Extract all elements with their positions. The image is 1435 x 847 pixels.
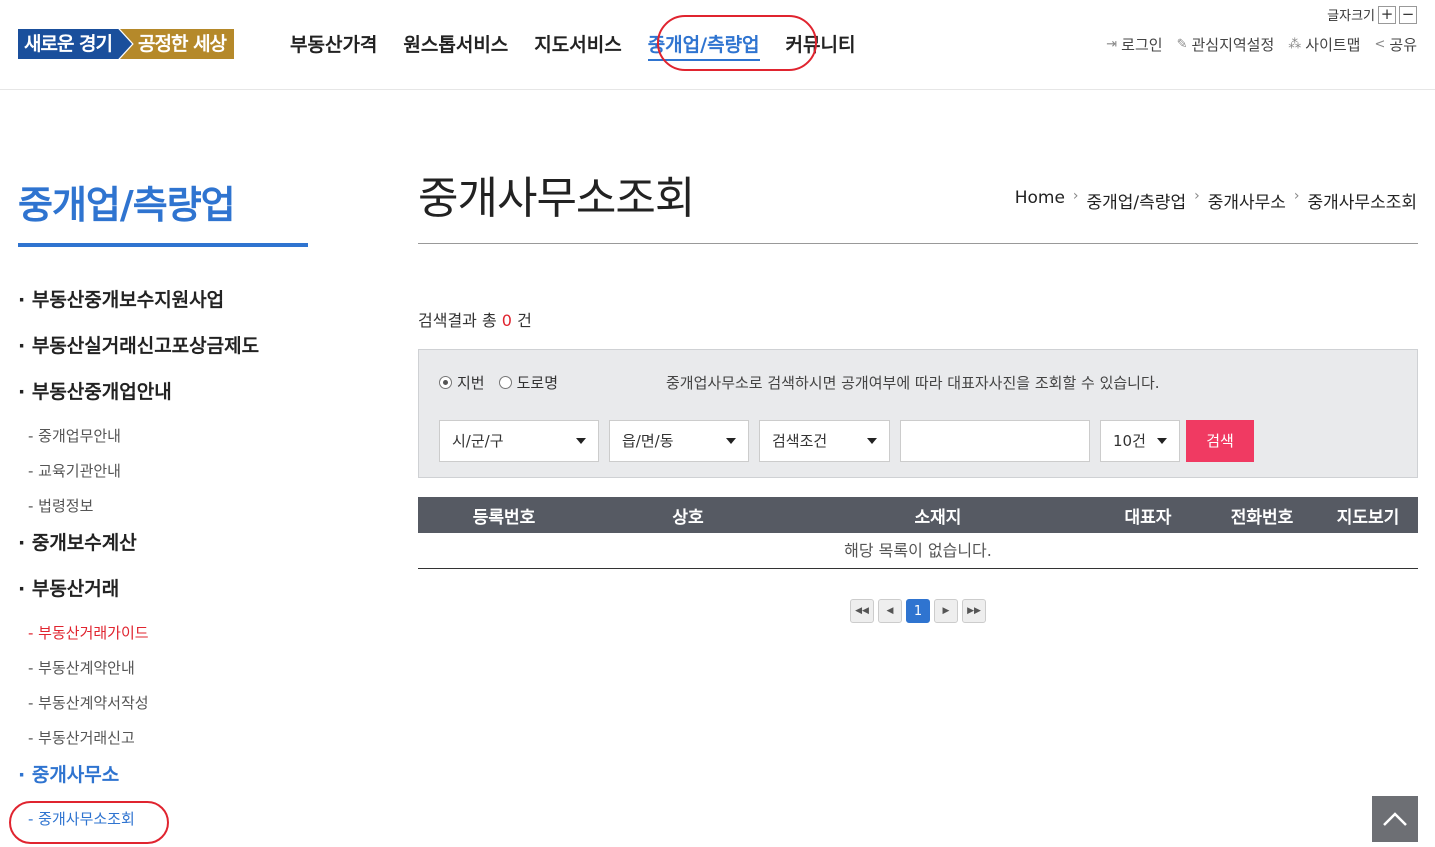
col-phone: 전화번호 [1230,507,1294,528]
table-header: 등록번호 상호 소재지 대표자 전화번호 지도보기 [418,497,1418,533]
col-address: 소재지 [914,507,962,528]
utility-menu: ⇥ 로그인 ✎ 관심지역설정 ⁂ 사이트맵 < 공유 [1106,34,1417,55]
lnb-sub-item-contract-write[interactable]: - 부동산계약서작성 [18,691,308,726]
col-map: 지도보기 [1336,507,1400,528]
lnb-title: 중개업/측량업 [18,183,236,227]
lnb-item-fee-calc[interactable]: · 중개보수계산 [18,529,308,575]
lnb-title-underline [18,243,308,247]
col-reg-no: 등록번호 [472,507,536,528]
chevron-down-icon [867,438,877,444]
sitemap-icon: ⁂ [1288,37,1302,52]
breadcrumb-separator-icon: › [1194,188,1200,204]
search-notice: 중개업사무소로 검색하시면 공개여부에 따라 대표자사진을 조회할 수 있습니다… [666,374,1160,392]
sitemap-link[interactable]: ⁂ 사이트맵 [1288,34,1360,55]
town-select[interactable]: 읍/면/동 [609,420,749,462]
result-suffix: 건 [517,311,532,330]
last-page-icon[interactable]: ▶▶ [962,599,986,623]
share-label: 공유 [1389,36,1417,54]
logo-text-1: 새로운 경기 [18,29,133,59]
condition-select[interactable]: 검색조건 [759,420,890,462]
breadcrumb-current: 중개사무소조회 [1307,193,1417,213]
lnb-item-fee-support[interactable]: · 부동산중개보수지원사업 [18,286,308,332]
pin-icon: ✎ [1176,37,1188,52]
prev-page-icon[interactable]: ◀ [878,599,902,623]
city-select-value: 시/군/구 [452,432,504,450]
town-select-value: 읍/면/동 [622,432,674,450]
breadcrumb-item[interactable]: 중개업/측량업 [1087,188,1187,213]
gnb-item-onestop[interactable]: 원스톱서비스 [403,30,508,61]
lnb-sub-item-work-info[interactable]: - 중개업무안내 [18,424,308,459]
address-type-radios: 지번 도로명 [439,372,558,393]
highlight-circle-gnb [657,15,817,71]
lnb-sub-item-contract-info[interactable]: - 부동산계약안내 [18,656,308,691]
login-link[interactable]: ⇥ 로그인 [1106,34,1162,55]
share-icon: < [1374,37,1386,52]
chevron-down-icon [576,438,586,444]
radio-road[interactable]: 도로명 [498,372,559,393]
keyword-input[interactable] [900,420,1090,462]
next-page-icon[interactable]: ▶ [934,599,958,623]
chevron-down-icon [1157,438,1167,444]
search-panel: 지번 도로명 중개업사무소로 검색하시면 공개여부에 따라 대표자사진을 조회할… [418,349,1418,478]
logo-text-2: 공정한 세상 [120,29,235,59]
lnb-sub-item-transaction-guide[interactable]: - 부동산거래가이드 [18,621,308,656]
result-count: 0 [501,311,512,330]
lnb-sub-item-transaction-report[interactable]: - 부동산거래신고 [18,726,308,761]
col-name: 상호 [672,507,704,528]
radio-jibun-label: 지번 [457,374,485,392]
pagination: ◀◀ ◀ 1 ▶ ▶▶ [850,599,986,623]
breadcrumb-separator-icon: › [1293,188,1300,204]
lnb-sub-item-law[interactable]: - 법령정보 [18,494,308,529]
site-logo[interactable]: 새로운 경기 공정한 세상 [18,28,235,60]
chevron-down-icon [726,438,736,444]
highlight-circle-lnb [9,801,169,844]
scroll-top-button[interactable] [1372,796,1418,842]
login-icon: ⇥ [1106,37,1118,52]
gnb-item-map[interactable]: 지도서비스 [534,30,621,61]
lnb-sub-item-education[interactable]: - 교육기관안내 [18,459,308,494]
city-select[interactable]: 시/군/구 [439,420,599,462]
font-size-label: 글자크기 [1327,9,1375,24]
radio-jibun[interactable]: 지번 [439,372,485,393]
search-button[interactable]: 검색 [1186,420,1254,462]
search-result-summary: 검색결과 총 0 건 [418,307,532,331]
title-divider [418,243,1418,244]
col-representative: 대표자 [1124,507,1172,528]
interest-area-label: 관심지역설정 [1191,36,1275,54]
login-label: 로그인 [1121,36,1163,54]
site-header: 새로운 경기 공정한 세상 부동산가격 원스톱서비스 지도서비스 중개업/측량업… [0,0,1435,90]
chevron-up-icon [1383,812,1407,826]
breadcrumb-item[interactable]: 중개사무소 [1208,188,1286,213]
first-page-icon[interactable]: ◀◀ [850,599,874,623]
sitemap-label: 사이트맵 [1305,36,1361,54]
office-table: 등록번호 상호 소재지 대표자 전화번호 지도보기 해당 목록이 없습니다. [418,497,1418,569]
condition-select-value: 검색조건 [772,432,828,450]
lnb-item-brokerage-info[interactable]: · 부동산중개업안내 [18,378,308,424]
breadcrumb-home[interactable]: Home [1015,188,1065,213]
result-prefix: 검색결과 총 [418,311,497,330]
lnb-item-transaction[interactable]: · 부동산거래 [18,575,308,621]
side-nav: · 부동산중개보수지원사업 · 부동산실거래신고포상금제도 · 부동산중개업안내… [18,286,308,842]
font-size-plus-button[interactable]: + [1378,5,1396,24]
radio-road-label: 도로명 [516,374,559,392]
breadcrumb: Home › 중개업/측량업 › 중개사무소 › 중개사무소조회 [1015,188,1417,213]
font-size-control: 글자크기 + − [1327,5,1417,24]
share-link[interactable]: < 공유 [1374,34,1417,55]
page-size-value: 10건 [1113,432,1146,450]
breadcrumb-separator-icon: › [1072,188,1079,204]
page-title: 중개사무소조회 [418,173,695,224]
gnb-item-price[interactable]: 부동산가격 [290,30,377,61]
page-current[interactable]: 1 [906,599,930,623]
page-size-select[interactable]: 10건 [1100,420,1180,462]
interest-area-link[interactable]: ✎ 관심지역설정 [1177,34,1275,55]
radio-road-dot[interactable] [498,376,512,389]
table-empty-message: 해당 목록이 없습니다. [418,533,1418,569]
lnb-item-reward[interactable]: · 부동산실거래신고포상금제도 [18,332,308,378]
radio-jibun-dot[interactable] [439,376,452,389]
font-size-minus-button[interactable]: − [1399,5,1417,24]
